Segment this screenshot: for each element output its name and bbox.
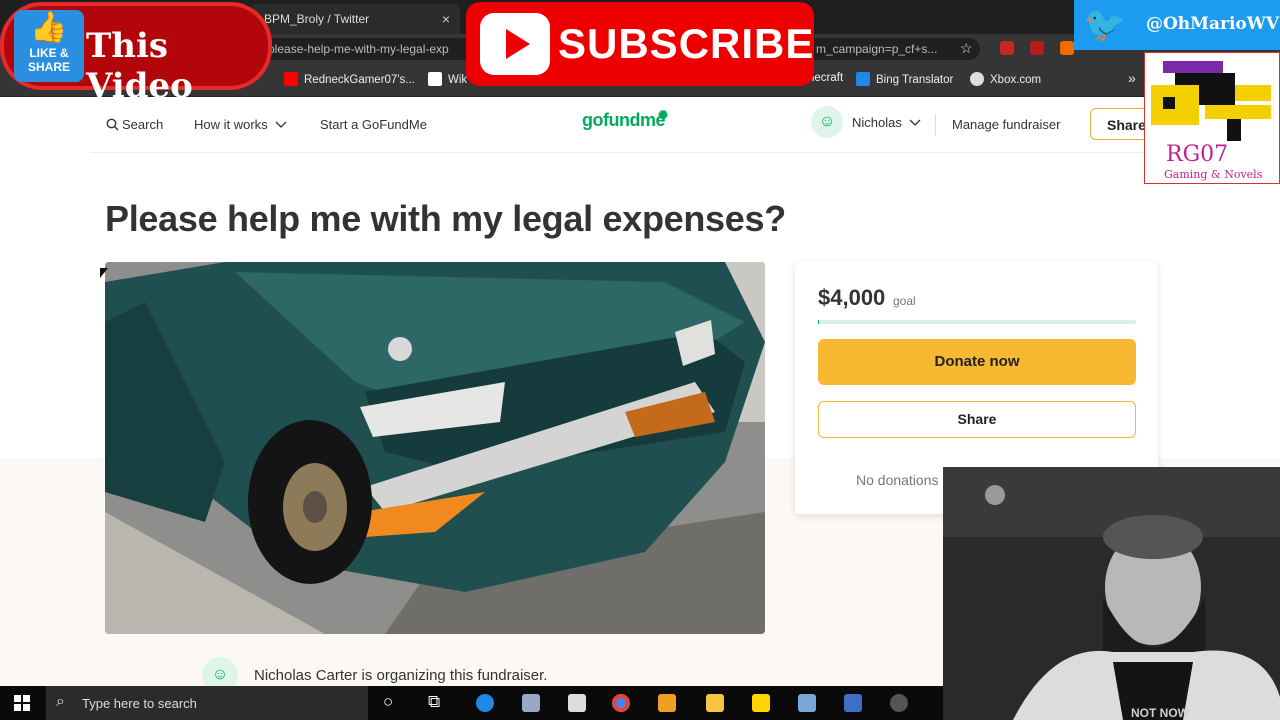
bookmark-item[interactable]: Xbox.com bbox=[970, 72, 1041, 86]
campaign-photo[interactable] bbox=[105, 262, 765, 634]
bookmark-star-icon[interactable]: ☆ bbox=[960, 40, 973, 57]
like-share-badge: 👍 LIKE & SHARE This Video bbox=[0, 2, 272, 106]
raised-amount: $4,000 bbox=[818, 285, 886, 310]
app-icon[interactable] bbox=[798, 694, 816, 712]
how-it-works-label: How it works bbox=[194, 117, 268, 132]
app-icon[interactable] bbox=[522, 694, 540, 712]
svg-text:NOT NOW: NOT NOW bbox=[1131, 706, 1190, 720]
obs-icon[interactable] bbox=[890, 694, 908, 712]
mouse-cursor-icon bbox=[100, 268, 108, 278]
user-avatar-icon[interactable]: ☺ bbox=[811, 106, 843, 138]
no-donations-text: No donations bbox=[856, 472, 939, 488]
windows-start-icon[interactable] bbox=[14, 695, 30, 711]
goal-label: goal bbox=[893, 294, 916, 308]
edge-icon[interactable] bbox=[476, 694, 494, 712]
search-label: Search bbox=[122, 117, 164, 132]
progress-bar bbox=[818, 320, 1136, 324]
logo-sun-icon: ✺ bbox=[658, 108, 668, 122]
truck-image bbox=[105, 262, 765, 634]
user-menu[interactable]: Nicholas bbox=[852, 115, 921, 130]
subscribe-text: SUBSCRIBE bbox=[558, 20, 815, 67]
wikipedia-icon bbox=[428, 72, 442, 86]
bookmark-label: RedneckGamer07's... bbox=[304, 74, 415, 86]
nav-divider bbox=[935, 114, 936, 136]
gofundme-logo[interactable]: gofundme ✺ bbox=[582, 108, 668, 131]
organizer-text: Nicholas Carter is organizing this fundr… bbox=[254, 667, 548, 684]
twitter-handle: @OhMarioWV bbox=[1146, 14, 1280, 34]
progress-fill bbox=[818, 320, 819, 324]
bookmark-label: Bing Translator bbox=[876, 74, 954, 86]
bookmark-label: Wik bbox=[448, 74, 468, 86]
chrome-icon[interactable] bbox=[612, 694, 630, 712]
chevron-down-icon bbox=[910, 119, 921, 126]
twitter-bird-icon: 🐦 bbox=[1083, 6, 1127, 44]
chevron-down-icon bbox=[275, 121, 287, 128]
bookmark-item[interactable]: Bing Translator bbox=[856, 72, 953, 86]
page-title: Please help me with my legal expenses? bbox=[105, 198, 786, 239]
search-icon bbox=[106, 118, 119, 131]
document-icon[interactable] bbox=[844, 694, 862, 712]
taskbar-search-placeholder: Type here to search bbox=[82, 696, 197, 711]
pixel-duck-icon bbox=[1151, 61, 1271, 141]
youtube-play-icon bbox=[480, 13, 550, 75]
bookmark-label: Xbox.com bbox=[990, 74, 1042, 86]
taskbar-search-input[interactable]: ⌕ Type here to search bbox=[46, 686, 368, 720]
file-explorer-icon[interactable] bbox=[706, 694, 724, 712]
task-view-icon[interactable]: ⧉ bbox=[428, 692, 440, 712]
search-link[interactable]: Search bbox=[106, 117, 163, 132]
subscribe-badge: SUBSCRIBE bbox=[466, 2, 814, 86]
sticky-notes-icon[interactable] bbox=[752, 694, 770, 712]
bookmark-item[interactable]: Wik bbox=[428, 72, 467, 86]
bing-icon bbox=[856, 72, 870, 86]
bookmarks-overflow-icon[interactable]: » bbox=[1128, 70, 1136, 86]
xbox-icon bbox=[970, 72, 984, 86]
search-icon: ⌕ bbox=[56, 693, 65, 710]
channel-logo-title: RG07 bbox=[1166, 142, 1229, 167]
start-gofundme-link[interactable]: Start a GoFundMe bbox=[320, 117, 427, 132]
store-icon[interactable] bbox=[568, 694, 586, 712]
extension-icon[interactable] bbox=[1060, 41, 1074, 55]
extension-icon[interactable] bbox=[1030, 41, 1044, 55]
header-share-button[interactable]: Share bbox=[1090, 108, 1150, 140]
webcam-image: NOT NOW bbox=[943, 467, 1280, 720]
user-name: Nicholas bbox=[852, 115, 902, 130]
thumbs-up-icon: 👍 bbox=[30, 11, 68, 44]
tab-close-icon[interactable]: × bbox=[442, 4, 450, 34]
cortana-icon[interactable]: ○ bbox=[383, 692, 393, 712]
share-button[interactable]: Share bbox=[818, 401, 1136, 438]
brand-name: gofundme bbox=[582, 110, 666, 130]
webcam-overlay: NOT NOW bbox=[943, 467, 1280, 720]
manage-fundraiser-link[interactable]: Manage fundraiser bbox=[952, 117, 1060, 132]
url-text-right: m_campaign=p_cf+s... bbox=[816, 42, 938, 56]
tab-title: BPM_Broly / Twitter bbox=[264, 12, 370, 26]
browser-tab[interactable]: BPM_Broly / Twitter × bbox=[250, 4, 460, 34]
bookmark-item[interactable]: RedneckGamer07's... bbox=[284, 72, 415, 86]
youtube-icon bbox=[284, 72, 298, 86]
extension-icon[interactable] bbox=[1000, 41, 1014, 55]
media-player-icon[interactable] bbox=[658, 694, 676, 712]
url-text-left: please-help-me-with-my-legal-exp bbox=[268, 42, 449, 56]
donate-now-button[interactable]: Donate now bbox=[818, 339, 1136, 385]
like-share-icon: 👍 LIKE & SHARE bbox=[14, 10, 84, 82]
how-it-works-menu[interactable]: How it works bbox=[194, 117, 287, 132]
channel-logo-subtitle: Gaming & Novels bbox=[1164, 168, 1263, 181]
like-badge-text: This Video bbox=[86, 26, 193, 106]
like-icon-text: LIKE & SHARE bbox=[27, 46, 70, 74]
